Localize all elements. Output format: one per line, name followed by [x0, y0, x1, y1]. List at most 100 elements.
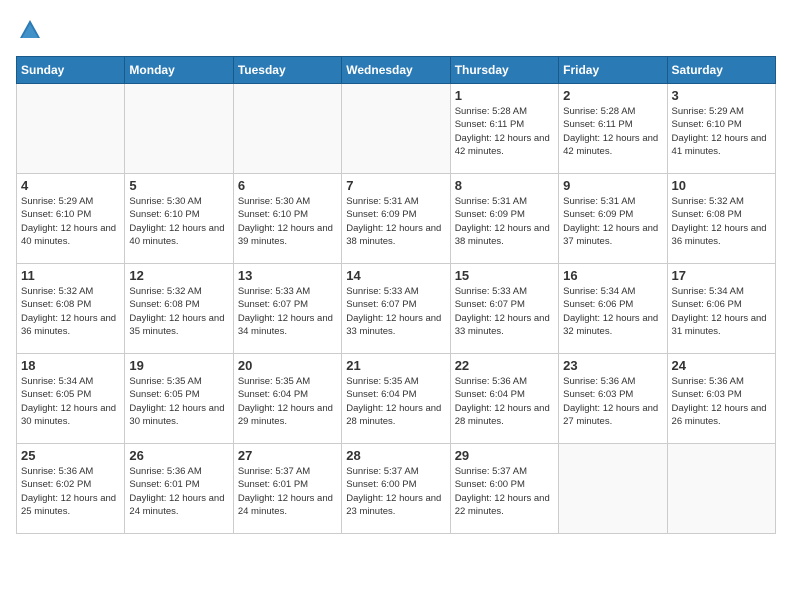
- day-info: Sunrise: 5:34 AM Sunset: 6:06 PM Dayligh…: [563, 285, 662, 338]
- calendar-cell: 23 Sunrise: 5:36 AM Sunset: 6:03 PM Dayli…: [559, 354, 667, 444]
- day-number: 14: [346, 268, 445, 283]
- day-number: 12: [129, 268, 228, 283]
- day-number: 25: [21, 448, 120, 463]
- day-number: 15: [455, 268, 554, 283]
- day-info: Sunrise: 5:33 AM Sunset: 6:07 PM Dayligh…: [238, 285, 337, 338]
- calendar-cell: [17, 84, 125, 174]
- weekday-header-row: SundayMondayTuesdayWednesdayThursdayFrid…: [17, 57, 776, 84]
- day-info: Sunrise: 5:36 AM Sunset: 6:01 PM Dayligh…: [129, 465, 228, 518]
- calendar-cell: 15 Sunrise: 5:33 AM Sunset: 6:07 PM Dayli…: [450, 264, 558, 354]
- day-info: Sunrise: 5:31 AM Sunset: 6:09 PM Dayligh…: [346, 195, 445, 248]
- calendar-cell: 1Sunrise: 5:28 AM Sunset: 6:11 PM Daylig…: [450, 84, 558, 174]
- day-number: 13: [238, 268, 337, 283]
- calendar-cell: 3Sunrise: 5:29 AM Sunset: 6:10 PM Daylig…: [667, 84, 775, 174]
- day-number: 3: [672, 88, 771, 103]
- calendar-cell: 4 Sunrise: 5:29 AM Sunset: 6:10 PM Daylig…: [17, 174, 125, 264]
- day-number: 8: [455, 178, 554, 193]
- week-row-5: 25 Sunrise: 5:36 AM Sunset: 6:02 PM Dayli…: [17, 444, 776, 534]
- day-info: Sunrise: 5:30 AM Sunset: 6:10 PM Dayligh…: [238, 195, 337, 248]
- calendar-cell: 12 Sunrise: 5:32 AM Sunset: 6:08 PM Dayli…: [125, 264, 233, 354]
- day-info: Sunrise: 5:32 AM Sunset: 6:08 PM Dayligh…: [672, 195, 771, 248]
- day-number: 28: [346, 448, 445, 463]
- weekday-wednesday: Wednesday: [342, 57, 450, 84]
- day-number: 17: [672, 268, 771, 283]
- day-info: Sunrise: 5:33 AM Sunset: 6:07 PM Dayligh…: [455, 285, 554, 338]
- calendar-cell: 21 Sunrise: 5:35 AM Sunset: 6:04 PM Dayli…: [342, 354, 450, 444]
- day-info: Sunrise: 5:37 AM Sunset: 6:00 PM Dayligh…: [346, 465, 445, 518]
- calendar-cell: 5 Sunrise: 5:30 AM Sunset: 6:10 PM Daylig…: [125, 174, 233, 264]
- day-info: Sunrise: 5:36 AM Sunset: 6:03 PM Dayligh…: [672, 375, 771, 428]
- calendar-cell: [667, 444, 775, 534]
- calendar-cell: [342, 84, 450, 174]
- week-row-2: 4 Sunrise: 5:29 AM Sunset: 6:10 PM Daylig…: [17, 174, 776, 264]
- weekday-friday: Friday: [559, 57, 667, 84]
- calendar-cell: 13 Sunrise: 5:33 AM Sunset: 6:07 PM Dayli…: [233, 264, 341, 354]
- day-number: 21: [346, 358, 445, 373]
- day-info: Sunrise: 5:34 AM Sunset: 6:05 PM Dayligh…: [21, 375, 120, 428]
- day-number: 27: [238, 448, 337, 463]
- calendar-cell: [559, 444, 667, 534]
- calendar-cell: 28 Sunrise: 5:37 AM Sunset: 6:00 PM Dayli…: [342, 444, 450, 534]
- calendar-cell: 6 Sunrise: 5:30 AM Sunset: 6:10 PM Daylig…: [233, 174, 341, 264]
- day-number: 26: [129, 448, 228, 463]
- weekday-sunday: Sunday: [17, 57, 125, 84]
- page-header: [16, 16, 776, 44]
- day-info: Sunrise: 5:35 AM Sunset: 6:04 PM Dayligh…: [346, 375, 445, 428]
- weekday-tuesday: Tuesday: [233, 57, 341, 84]
- day-number: 1: [455, 88, 554, 103]
- calendar-cell: [233, 84, 341, 174]
- day-number: 24: [672, 358, 771, 373]
- calendar-cell: 18 Sunrise: 5:34 AM Sunset: 6:05 PM Dayli…: [17, 354, 125, 444]
- day-number: 18: [21, 358, 120, 373]
- calendar-cell: 2 Sunrise: 5:28 AM Sunset: 6:11 PM Daylig…: [559, 84, 667, 174]
- calendar-cell: 10Sunrise: 5:32 AM Sunset: 6:08 PM Dayli…: [667, 174, 775, 264]
- day-info: Sunrise: 5:36 AM Sunset: 6:03 PM Dayligh…: [563, 375, 662, 428]
- day-info: Sunrise: 5:35 AM Sunset: 6:05 PM Dayligh…: [129, 375, 228, 428]
- day-number: 9: [563, 178, 662, 193]
- calendar-cell: 27 Sunrise: 5:37 AM Sunset: 6:01 PM Dayli…: [233, 444, 341, 534]
- calendar-cell: 11Sunrise: 5:32 AM Sunset: 6:08 PM Dayli…: [17, 264, 125, 354]
- calendar-cell: 14 Sunrise: 5:33 AM Sunset: 6:07 PM Dayli…: [342, 264, 450, 354]
- calendar-cell: 19 Sunrise: 5:35 AM Sunset: 6:05 PM Dayli…: [125, 354, 233, 444]
- day-number: 2: [563, 88, 662, 103]
- logo-icon: [16, 16, 44, 44]
- day-number: 23: [563, 358, 662, 373]
- calendar-cell: 20 Sunrise: 5:35 AM Sunset: 6:04 PM Dayli…: [233, 354, 341, 444]
- calendar-cell: 26 Sunrise: 5:36 AM Sunset: 6:01 PM Dayli…: [125, 444, 233, 534]
- calendar-body: 1 Sunrise: 5:28 AM Sunset: 6:11 PM Daylig…: [17, 84, 776, 534]
- calendar-cell: 29 Sunrise: 5:37 AM Sunset: 6:00 PM Dayli…: [450, 444, 558, 534]
- day-number: 29: [455, 448, 554, 463]
- day-info: Sunrise: 5:28 AM Sunset: 6:11 PM Dayligh…: [563, 105, 662, 158]
- day-info: Sunrise: 5:29 AM Sunset: 6:10 PM Dayligh…: [21, 195, 120, 248]
- day-info: Sunrise: 5:36 AM Sunset: 6:04 PM Dayligh…: [455, 375, 554, 428]
- calendar-cell: 16Sunrise: 5:34 AM Sunset: 6:06 PM Dayli…: [559, 264, 667, 354]
- day-info: Sunrise: 5:32 AM Sunset: 6:08 PM Dayligh…: [129, 285, 228, 338]
- day-number: 5: [129, 178, 228, 193]
- day-info: Sunrise: 5:31 AM Sunset: 6:09 PM Dayligh…: [563, 195, 662, 248]
- calendar-cell: 25 Sunrise: 5:36 AM Sunset: 6:02 PM Dayli…: [17, 444, 125, 534]
- calendar-cell: 8 Sunrise: 5:31 AM Sunset: 6:09 PM Daylig…: [450, 174, 558, 264]
- day-number: 22: [455, 358, 554, 373]
- calendar-cell: 7 Sunrise: 5:31 AM Sunset: 6:09 PM Daylig…: [342, 174, 450, 264]
- calendar-table: SundayMondayTuesdayWednesdayThursdayFrid…: [16, 56, 776, 534]
- day-number: 20: [238, 358, 337, 373]
- calendar-cell: 24 Sunrise: 5:36 AM Sunset: 6:03 PM Dayli…: [667, 354, 775, 444]
- day-info: Sunrise: 5:30 AM Sunset: 6:10 PM Dayligh…: [129, 195, 228, 248]
- day-info: Sunrise: 5:36 AM Sunset: 6:02 PM Dayligh…: [21, 465, 120, 518]
- day-number: 19: [129, 358, 228, 373]
- day-info: Sunrise: 5:32 AM Sunset: 6:08 PM Dayligh…: [21, 285, 120, 338]
- day-number: 6: [238, 178, 337, 193]
- calendar-cell: 17 Sunrise: 5:34 AM Sunset: 6:06 PM Dayli…: [667, 264, 775, 354]
- day-info: Sunrise: 5:37 AM Sunset: 6:00 PM Dayligh…: [455, 465, 554, 518]
- day-info: Sunrise: 5:33 AM Sunset: 6:07 PM Dayligh…: [346, 285, 445, 338]
- day-number: 4: [21, 178, 120, 193]
- day-info: Sunrise: 5:37 AM Sunset: 6:01 PM Dayligh…: [238, 465, 337, 518]
- day-number: 7: [346, 178, 445, 193]
- day-info: Sunrise: 5:34 AM Sunset: 6:06 PM Dayligh…: [672, 285, 771, 338]
- weekday-saturday: Saturday: [667, 57, 775, 84]
- weekday-monday: Monday: [125, 57, 233, 84]
- day-info: Sunrise: 5:31 AM Sunset: 6:09 PM Dayligh…: [455, 195, 554, 248]
- calendar-cell: [125, 84, 233, 174]
- day-info: Sunrise: 5:35 AM Sunset: 6:04 PM Dayligh…: [238, 375, 337, 428]
- weekday-thursday: Thursday: [450, 57, 558, 84]
